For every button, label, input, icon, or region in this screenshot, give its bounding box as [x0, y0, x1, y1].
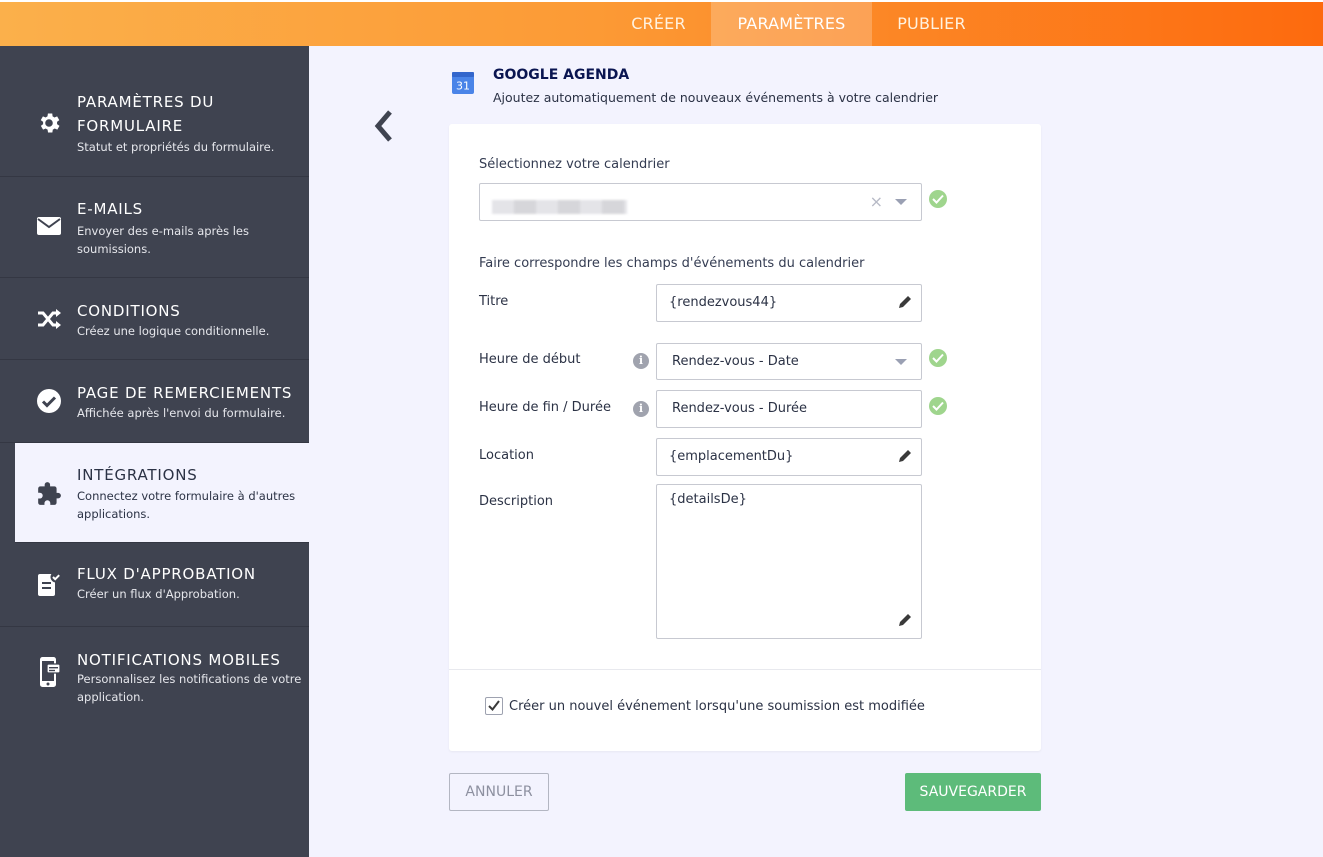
save-button[interactable]: SAUVEGARDER [905, 773, 1041, 811]
end-time-label: Heure de fin / Durée [479, 400, 611, 415]
description-field-label: Description [479, 494, 554, 509]
puzzle-icon [36, 481, 62, 507]
page-title: GOOGLE AGENDA [493, 67, 630, 83]
title-field-value: {rendezvous44} [669, 295, 778, 310]
end-time-field[interactable]: Rendez-vous - Durée [656, 390, 922, 428]
pencil-icon[interactable] [897, 448, 913, 464]
sidebar-item-subtitle: Affichée après l'envoi du formulaire. [77, 406, 286, 420]
pencil-icon[interactable] [897, 294, 913, 310]
info-icon[interactable]: i [633, 401, 649, 417]
sidebar-item-subtitle: Personnalisez les notifications de votre… [77, 672, 302, 704]
location-field[interactable]: {emplacementDu} [656, 438, 922, 476]
check-circle-icon [36, 388, 62, 414]
sidebar-item-title: PARAMÈTRES DU FORMULAIRE [77, 93, 215, 135]
title-field[interactable]: {rendezvous44} [656, 284, 922, 322]
sidebar-item-subtitle: Connectez votre formulaire à d'autres ap… [77, 489, 296, 521]
location-field-value: {emplacementDu} [669, 449, 794, 464]
calendar-select[interactable]: × [479, 183, 922, 221]
checkmark-icon [488, 700, 500, 712]
sidebar-item-thank-you-page[interactable]: PAGE DE REMERCIEMENTS Affichée après l'e… [0, 360, 309, 443]
sidebar-item-subtitle: Envoyer des e-mails après les soumission… [77, 224, 250, 256]
card-divider [449, 669, 1041, 670]
calendar-select-label: Sélectionnez votre calendrier [479, 157, 670, 172]
sidebar-item-title: PAGE DE REMERCIEMENTS [77, 384, 293, 402]
mobile-icon [36, 657, 62, 687]
redacted-calendar-name [492, 200, 627, 214]
pencil-icon[interactable] [897, 612, 913, 628]
sidebar-item-integrations[interactable]: INTÉGRATIONS Connectez votre formulaire … [15, 443, 309, 543]
location-field-label: Location [479, 448, 534, 463]
sidebar-item-title: E-MAILS [77, 200, 143, 218]
approval-icon [36, 571, 62, 597]
page-subtitle: Ajoutez automatiquement de nouveaux évén… [493, 90, 939, 105]
chevron-left-icon [374, 110, 392, 142]
new-event-on-edit-label: Créer un nouvel événement lorsqu'une sou… [509, 699, 925, 714]
mapping-section-label: Faire correspondre les champs d'événemen… [479, 256, 865, 271]
sidebar-item-title: INTÉGRATIONS [77, 466, 198, 484]
new-event-on-edit-checkbox[interactable] [485, 697, 503, 715]
gear-icon [36, 110, 62, 136]
clear-selection-icon[interactable]: × [870, 192, 883, 211]
settings-sidebar: PARAMÈTRES DU FORMULAIRE Statut et propr… [0, 46, 309, 857]
sidebar-item-subtitle: Statut et propriétés du formulaire. [77, 140, 275, 154]
description-textarea[interactable]: {detailsDe} [656, 484, 922, 639]
sidebar-item-title: FLUX D'APPROBATION [77, 565, 256, 583]
top-nav-bar: CRÉER PARAMÈTRES PUBLIER [0, 0, 1323, 46]
start-time-select[interactable]: Rendez-vous - Date [656, 343, 922, 380]
envelope-icon [36, 213, 62, 239]
sidebar-item-subtitle: Créez une logique conditionnelle. [77, 324, 270, 338]
calendar-icon-number: 31 [456, 80, 470, 93]
end-time-valid-check-icon [929, 397, 947, 415]
sidebar-item-title: CONDITIONS [77, 302, 181, 320]
start-time-value: Rendez-vous - Date [672, 354, 799, 369]
chevron-down-icon [895, 359, 907, 365]
info-icon[interactable]: i [633, 353, 649, 369]
sidebar-item-emails[interactable]: E-MAILS Envoyer des e-mails après les so… [0, 177, 309, 278]
google-calendar-icon: 31 [452, 72, 474, 94]
chevron-down-icon [895, 199, 907, 205]
back-button[interactable] [370, 108, 398, 144]
sidebar-item-conditions[interactable]: CONDITIONS Créez une logique conditionne… [0, 278, 309, 360]
calendar-valid-check-icon [929, 190, 947, 208]
sidebar-item-approval-flow[interactable]: FLUX D'APPROBATION Créer un flux d'Appro… [0, 543, 309, 627]
cancel-button[interactable]: ANNULER [449, 773, 549, 811]
start-time-label: Heure de début [479, 352, 581, 367]
shuffle-icon [36, 306, 62, 332]
sidebar-item-mobile-notifications[interactable]: NOTIFICATIONS MOBILES Personnalisez les … [0, 627, 309, 857]
end-time-value: Rendez-vous - Durée [672, 401, 808, 416]
title-field-label: Titre [479, 294, 509, 309]
tab-parametres[interactable]: PARAMÈTRES [711, 2, 872, 46]
tab-publier[interactable]: PUBLIER [872, 2, 991, 46]
sidebar-item-title: NOTIFICATIONS MOBILES [77, 651, 281, 669]
tab-creer[interactable]: CRÉER [606, 2, 711, 46]
description-field-value: {detailsDe} [669, 492, 747, 507]
start-time-valid-check-icon [929, 349, 947, 367]
sidebar-item-form-settings[interactable]: PARAMÈTRES DU FORMULAIRE Statut et propr… [0, 46, 309, 177]
sidebar-item-subtitle: Créer un flux d'Approbation. [77, 587, 240, 601]
